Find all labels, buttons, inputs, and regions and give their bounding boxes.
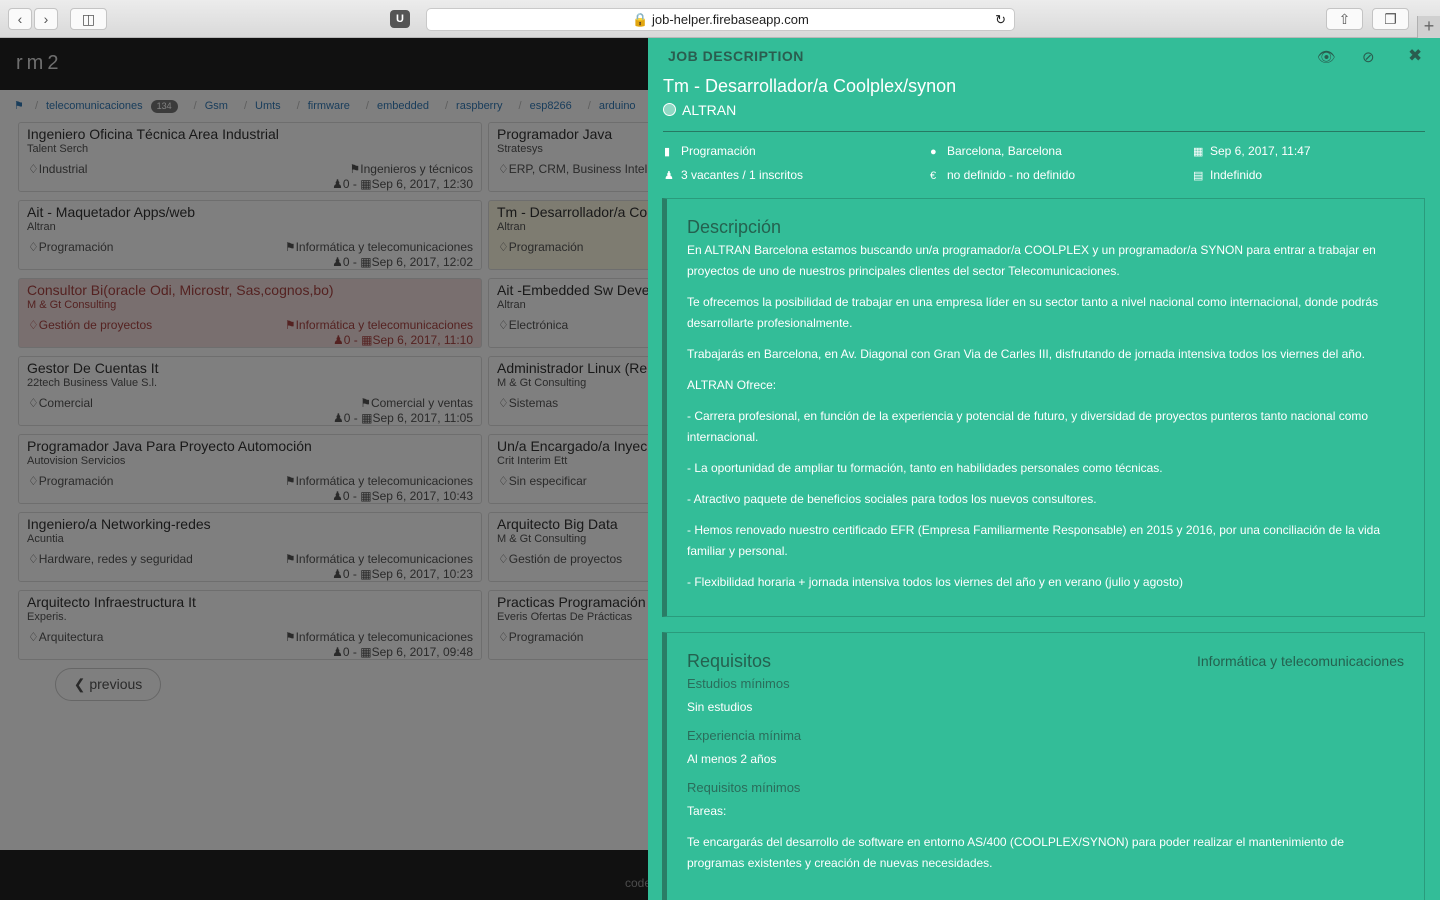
experience-label: Experiencia mínima	[687, 728, 802, 743]
min-requirements-label: Requisitos mínimos	[687, 780, 801, 795]
user-icon: ♟	[664, 170, 674, 182]
description-paragraph: - Flexibilidad horaria + jornada intensi…	[687, 575, 1183, 589]
company-name[interactable]: ALTRAN	[663, 102, 736, 118]
info-category: ▮ Programación	[664, 144, 756, 158]
description-paragraph: En ALTRAN Barcelona estamos buscando un/…	[687, 243, 1376, 278]
globe-icon	[663, 103, 676, 116]
reload-icon[interactable]: ↻	[995, 9, 1006, 30]
description-section: Descripción En ALTRAN Barcelona estamos …	[662, 198, 1425, 617]
divider	[663, 131, 1425, 132]
eye-slash-icon[interactable]: ⊘	[1362, 48, 1375, 66]
description-paragraph: - La oportunidad de ampliar tu formación…	[687, 461, 1163, 475]
salary-value: no definido - no definido	[947, 168, 1076, 182]
briefcase-icon: ▮	[664, 146, 671, 158]
location-value: Barcelona, Barcelona	[947, 144, 1062, 158]
close-icon[interactable]: ✖	[1408, 46, 1422, 66]
category-value: Programación	[681, 144, 756, 158]
requirements-sector: Informática y telecomunicaciones	[1197, 653, 1404, 669]
info-salary: € no definido - no definido	[930, 168, 1075, 182]
info-contract: ▤ Indefinido	[1193, 168, 1262, 182]
description-paragraph: Te ofrecemos la posibilidad de trabajar …	[687, 295, 1379, 330]
new-tab-button[interactable]: +	[1417, 16, 1440, 38]
info-vacancies: ♟ 3 vacantes / 1 inscritos	[664, 168, 803, 182]
description-paragraph: - Hemos renovado nuestro certificado EFR…	[687, 523, 1381, 558]
tabs-button[interactable]: ❐	[1372, 8, 1409, 30]
forward-button[interactable]: ›	[34, 8, 58, 30]
lock-icon: 🔒	[632, 12, 649, 27]
job-description-panel: JOB DESCRIPTION 👁 ⊘ ✖ Tm - Desarrollador…	[648, 38, 1440, 900]
ublock-icon[interactable]: U	[390, 10, 410, 28]
info-location: ● Barcelona, Barcelona	[930, 144, 1062, 158]
euro-icon: €	[930, 170, 937, 182]
description-paragraph: Trabajarás en Barcelona, en Av. Diagonal…	[687, 347, 1365, 361]
date-value: Sep 6, 2017, 11:47	[1210, 144, 1311, 158]
contract-value: Indefinido	[1210, 168, 1263, 182]
description-paragraph: - Atractivo paquete de beneficios social…	[687, 492, 1097, 506]
description-paragraph: ALTRAN Ofrece:	[687, 378, 777, 392]
calendar-icon: ▦	[1193, 146, 1204, 158]
requirements-section: Informática y telecomunicaciones Requisi…	[662, 632, 1425, 900]
eye-icon[interactable]: 👁	[1317, 48, 1336, 66]
contract-icon: ▤	[1193, 170, 1204, 182]
address-bar[interactable]: 🔒 job-helper.firebaseapp.com ↻	[426, 8, 1015, 31]
description-body: En ALTRAN Barcelona estamos buscando un/…	[687, 240, 1404, 593]
map-marker-icon: ●	[930, 146, 937, 158]
tasks-text: Te encargarás del desarrollo de software…	[687, 835, 1345, 870]
job-title: Tm - Desarrollador/a Coolplex/synon	[663, 76, 957, 96]
back-button[interactable]: ‹	[8, 8, 32, 30]
tasks-label: Tareas:	[687, 804, 727, 818]
experience-value: Al menos 2 años	[687, 752, 777, 766]
studies-value: Sin estudios	[687, 700, 753, 714]
studies-label: Estudios mínimos	[687, 676, 790, 691]
description-heading: Descripción	[687, 217, 782, 237]
url-text: job-helper.firebaseapp.com	[651, 12, 809, 27]
info-date: ▦ Sep 6, 2017, 11:47	[1193, 144, 1311, 158]
sidebar-toggle-button[interactable]: ◫	[70, 8, 107, 30]
panel-heading: JOB DESCRIPTION	[668, 48, 804, 64]
browser-toolbar: ‹ › ◫ U 🔒 job-helper.firebaseapp.com ↻ ⇧…	[0, 0, 1440, 38]
company-label: ALTRAN	[682, 102, 737, 118]
vacancies-value: 3 vacantes / 1 inscritos	[681, 168, 804, 182]
description-paragraph: - Carrera profesional, en función de la …	[687, 409, 1369, 444]
share-button[interactable]: ⇧	[1326, 8, 1363, 30]
